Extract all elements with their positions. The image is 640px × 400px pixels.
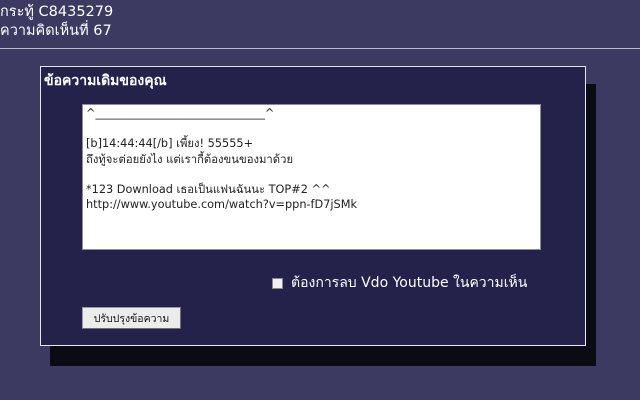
update-message-button[interactable]: ปรับปรุงข้อความ [82,307,181,329]
message-textarea[interactable]: ^______________________________^ [b]14:4… [82,104,541,250]
remove-video-checkbox[interactable] [272,277,283,289]
remove-video-option[interactable]: ต้องการลบ Vdo Youtube ในความเห็น [272,272,527,294]
panel-title: ข้อความเดิมของคุณ [44,73,167,89]
remove-video-label: ต้องการลบ Vdo Youtube ในความเห็น [291,275,528,291]
header-divider [0,48,640,49]
comment-number-label: ความคิดเห็นที่ 67 [0,23,112,39]
edit-message-panel: ข้อความเดิมของคุณ ^_____________________… [40,66,586,346]
topic-id-label: กระทู้ C8435279 [0,4,114,20]
